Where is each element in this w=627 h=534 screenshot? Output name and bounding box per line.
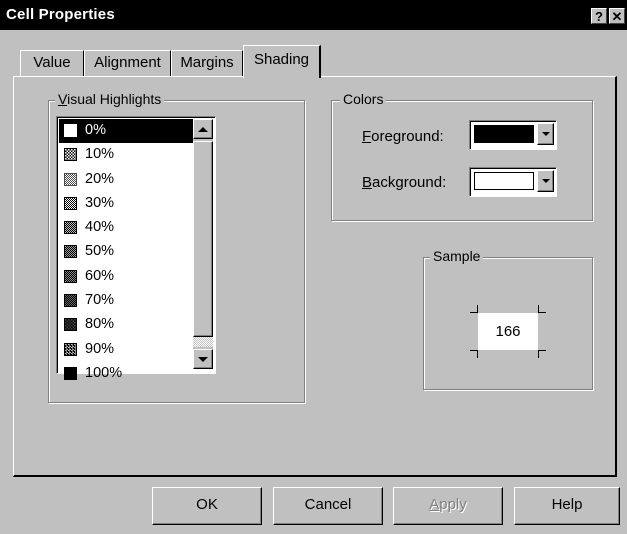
- window-title: Cell Properties: [6, 6, 115, 23]
- arrow-down-icon: [198, 356, 208, 362]
- tab-shading[interactable]: Shading: [243, 45, 321, 78]
- shade-swatch-icon: [64, 269, 77, 283]
- close-icon[interactable]: ✕: [609, 8, 625, 24]
- tab-margins[interactable]: Margins: [171, 50, 243, 76]
- list-item[interactable]: 10%: [59, 143, 194, 167]
- shade-swatch-icon: [64, 124, 77, 137]
- scroll-track[interactable]: [193, 337, 213, 347]
- shade-swatch-icon: [64, 196, 77, 210]
- background-color-select[interactable]: [469, 167, 557, 197]
- chevron-down-icon: [541, 132, 550, 136]
- background-dropdown-button[interactable]: [537, 170, 554, 192]
- ok-button[interactable]: OK: [152, 487, 262, 525]
- foreground-color-select[interactable]: [469, 120, 557, 150]
- shade-swatch-icon: [64, 245, 77, 259]
- tab-value[interactable]: Value: [20, 50, 84, 76]
- background-color-swatch: [474, 172, 534, 190]
- scroll-up-button[interactable]: [193, 119, 213, 139]
- cell-properties-dialog: Cell Properties ? ✕ Value Alignment Marg…: [0, 0, 627, 534]
- colors-legend: Colors: [340, 91, 387, 107]
- sample-preview: 166: [478, 313, 538, 350]
- list-item[interactable]: 60%: [59, 265, 194, 289]
- crop-mark-icon: [538, 305, 546, 313]
- foreground-dropdown-button[interactable]: [537, 123, 554, 145]
- list-item[interactable]: 100%: [59, 362, 194, 386]
- help-button[interactable]: Help: [514, 487, 620, 525]
- list-scrollbar[interactable]: [193, 119, 213, 369]
- crop-mark-icon: [538, 350, 546, 358]
- shading-list: 0% 10% 20% 30% 40% 50% 60% 70% 80% 90% 1…: [59, 119, 194, 386]
- shade-swatch-icon: [64, 172, 77, 186]
- shade-swatch-icon: [64, 221, 77, 235]
- list-item[interactable]: 70%: [59, 289, 194, 313]
- list-item[interactable]: 50%: [59, 240, 194, 264]
- list-item[interactable]: 40%: [59, 216, 194, 240]
- crop-mark-icon: [470, 350, 478, 358]
- title-bar[interactable]: Cell Properties ? ✕: [0, 0, 627, 30]
- list-item[interactable]: 30%: [59, 192, 194, 216]
- chevron-down-icon: [541, 179, 550, 183]
- shade-swatch-icon: [64, 318, 77, 332]
- tab-alignment[interactable]: Alignment: [84, 50, 171, 76]
- apply-button[interactable]: Apply: [393, 487, 503, 525]
- shade-swatch-icon: [64, 342, 77, 356]
- shade-swatch-icon: [64, 294, 77, 308]
- foreground-color-swatch: [474, 125, 534, 143]
- sample-legend: Sample: [430, 248, 484, 264]
- list-item[interactable]: 90%: [59, 338, 194, 362]
- cancel-button[interactable]: Cancel: [273, 487, 383, 525]
- visual-highlights-legend: Visual Highlights: [55, 91, 165, 107]
- colors-group: Colors: [331, 91, 593, 221]
- list-item[interactable]: 20%: [59, 168, 194, 192]
- shade-swatch-icon: [64, 366, 77, 380]
- scroll-down-button[interactable]: [193, 349, 213, 369]
- shading-listbox[interactable]: 0% 10% 20% 30% 40% 50% 60% 70% 80% 90% 1…: [56, 116, 216, 381]
- list-item[interactable]: 80%: [59, 313, 194, 337]
- foreground-label: Foreground:: [362, 128, 444, 145]
- background-label: Background:: [362, 174, 447, 191]
- arrow-up-icon: [198, 126, 208, 132]
- help-icon[interactable]: ?: [591, 8, 607, 24]
- shade-swatch-icon: [64, 148, 77, 162]
- crop-mark-icon: [470, 305, 478, 313]
- scroll-thumb[interactable]: [193, 141, 213, 337]
- list-item[interactable]: 0%: [59, 119, 194, 144]
